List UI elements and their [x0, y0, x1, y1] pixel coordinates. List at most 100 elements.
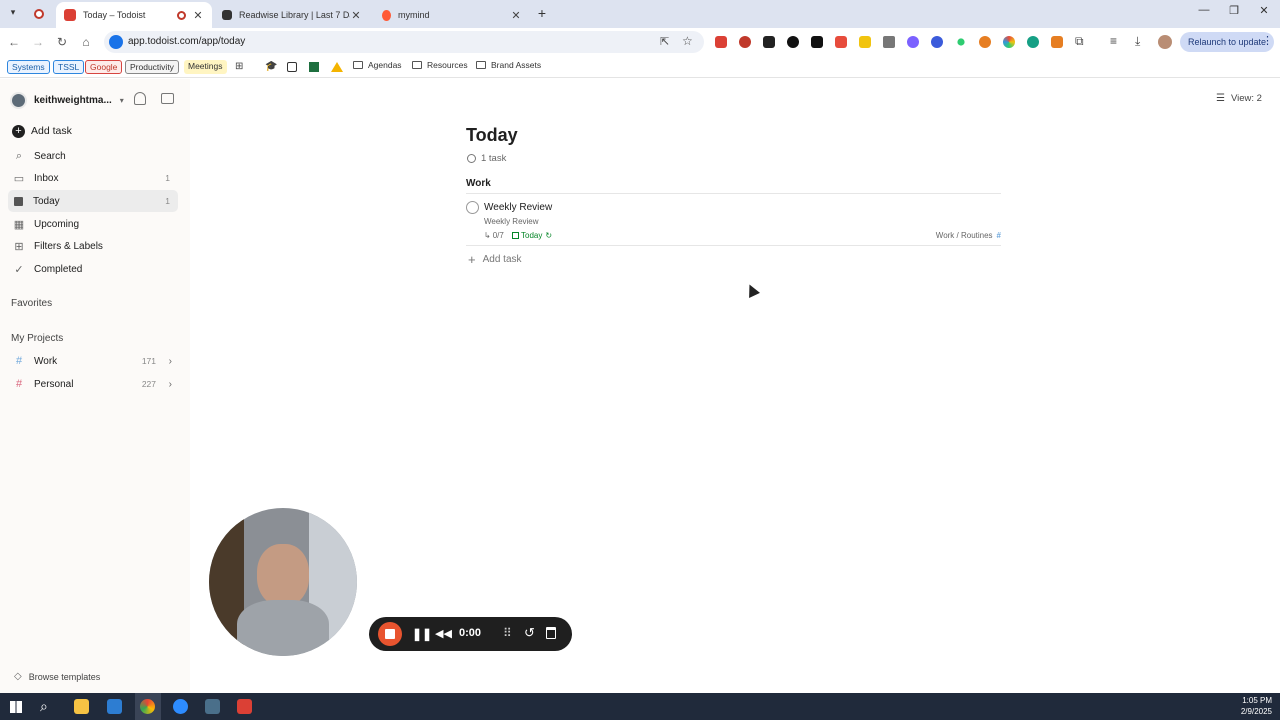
task-project[interactable]: Work / Routines # — [936, 231, 1001, 240]
zoom-icon[interactable] — [173, 699, 188, 714]
windows-start-icon[interactable] — [10, 701, 22, 713]
extension-pen-icon[interactable] — [883, 36, 895, 48]
menu-kebab-icon[interactable]: ⋮ — [1262, 34, 1273, 47]
sidebar-item-filters[interactable]: ⊞ Filters & Labels — [8, 235, 178, 257]
extension-color-icon[interactable] — [1003, 36, 1015, 48]
bookmark-tssl[interactable]: TSSL — [53, 60, 85, 74]
close-tab-icon[interactable]: ✕ — [510, 9, 522, 22]
extension-gear-icon[interactable] — [907, 36, 919, 48]
bookmark-productivity[interactable]: Productivity — [125, 60, 179, 74]
task-item[interactable]: Weekly Review Weekly Review ↳ 0/7 Today … — [466, 199, 1001, 245]
open-in-app-icon[interactable]: ⇱ — [660, 35, 669, 48]
extension-todoist-icon[interactable] — [715, 36, 727, 48]
tab-mymind[interactable]: mymind ✕ — [374, 2, 530, 28]
notifications-bell-icon[interactable] — [134, 92, 146, 105]
project-path: Work / Routines — [935, 231, 993, 240]
bookmark-drive-icon[interactable] — [331, 62, 343, 72]
task-checkbox[interactable] — [466, 201, 479, 214]
site-info-icon[interactable] — [109, 35, 123, 49]
task-due-date[interactable]: Today ↻ — [512, 231, 552, 240]
extension-s-icon[interactable] — [1027, 36, 1039, 48]
bookmark-meetings[interactable]: Meetings — [184, 60, 227, 74]
add-task-button[interactable]: + Add task — [12, 123, 72, 139]
section-title[interactable]: Work — [466, 178, 491, 189]
sidebar-item-upcoming[interactable]: ▦ Upcoming — [8, 213, 178, 235]
extension-info-icon[interactable] — [787, 36, 799, 48]
restart-icon[interactable]: ↺ — [524, 625, 535, 641]
extension-grid-icon[interactable] — [1051, 36, 1063, 48]
sidebar-item-today[interactable]: Today 1 — [8, 190, 178, 212]
new-tab-icon[interactable]: + — [535, 5, 549, 21]
sidebar-item-label: Upcoming — [34, 218, 80, 230]
screen: ▾ Today – Todoist ✕ Readwise Library | L… — [0, 0, 1280, 720]
search-icon[interactable]: ⌕ — [40, 698, 48, 715]
bookmark-systems[interactable]: Systems — [7, 60, 50, 74]
browse-templates-link[interactable]: ◇ Browse templates — [14, 671, 100, 682]
drag-handle-icon[interactable]: ⠿ — [503, 626, 512, 640]
todoist-app-icon[interactable] — [237, 699, 252, 714]
toggle-sidebar-icon[interactable] — [161, 93, 174, 104]
extension-circle-icon[interactable] — [739, 36, 751, 48]
favorites-heading[interactable]: Favorites — [11, 298, 52, 309]
bookmark-star-icon[interactable]: ☆ — [682, 34, 693, 48]
extension-red-icon[interactable] — [835, 36, 847, 48]
bookmark-folder-brand-assets[interactable]: Brand Assets — [476, 60, 541, 70]
bookmark-graduation-icon[interactable]: 🎓 — [265, 61, 277, 72]
address-bar[interactable]: app.todoist.com/app/today ⇱ ☆ — [104, 31, 704, 53]
chevron-right-icon[interactable]: › — [169, 379, 172, 390]
profile-avatar[interactable] — [1158, 35, 1172, 49]
extension-font-icon[interactable] — [811, 36, 823, 48]
chevron-right-icon[interactable]: › — [169, 356, 172, 367]
clock-date[interactable]: 2/9/2025 — [1241, 707, 1272, 716]
extension-orange-icon[interactable] — [979, 36, 991, 48]
reading-list-icon[interactable]: ≡ — [1110, 34, 1117, 48]
task-subtasks[interactable]: ↳ 0/7 — [484, 231, 504, 240]
pause-icon[interactable]: ❚❚ — [412, 627, 432, 641]
bookmark-folder-resources[interactable]: Resources — [412, 60, 468, 70]
extension-edit-icon[interactable] — [763, 36, 775, 48]
folder-label: Brand Assets — [491, 60, 542, 70]
sidebar-project-work[interactable]: # Work 171 › — [8, 350, 178, 372]
user-menu[interactable]: keithweightma... ▾ — [10, 91, 124, 109]
bookmark-sheets-icon[interactable] — [309, 62, 319, 72]
forward-icon[interactable]: → — [30, 34, 46, 50]
downloads-icon[interactable]: ⤓ — [1135, 34, 1140, 49]
tab-search-dropdown-icon[interactable]: ▾ — [6, 7, 20, 21]
back-icon[interactable]: ← — [6, 34, 22, 50]
restore-icon[interactable]: ❐ — [1220, 4, 1248, 22]
bookmark-google[interactable]: Google — [85, 60, 123, 74]
minimize-icon[interactable]: — — [1190, 4, 1218, 22]
extension-green-icon[interactable] — [957, 38, 965, 46]
tab-readwise[interactable]: Readwise Library | Last 7 Days ✕ — [214, 2, 370, 28]
my-projects-heading[interactable]: My Projects — [11, 333, 63, 344]
view-options-button[interactable]: ☰ View: 2 — [1216, 93, 1262, 104]
rewind-icon[interactable]: ◀◀ — [435, 627, 452, 640]
home-icon[interactable]: ⌂ — [78, 34, 94, 50]
tab-todoist[interactable]: Today – Todoist ✕ — [56, 2, 212, 28]
relaunch-button[interactable]: Relaunch to update — [1180, 32, 1274, 52]
extension-r-icon[interactable] — [859, 36, 871, 48]
extension-blue-icon[interactable] — [931, 36, 943, 48]
sidebar-item-completed[interactable]: ✓ Completed — [8, 258, 178, 280]
bookmark-calendar-icon[interactable] — [287, 62, 297, 72]
add-task-inline-button[interactable]: + Add task — [468, 252, 522, 267]
calculator-icon[interactable] — [205, 699, 220, 714]
apps-grid-icon[interactable]: ⊞ — [235, 61, 243, 72]
stop-record-button[interactable] — [378, 622, 402, 646]
extensions-puzzle-icon[interactable]: ⧉ — [1075, 34, 1084, 49]
store-icon[interactable] — [107, 699, 122, 714]
close-window-icon[interactable]: ✕ — [1250, 4, 1278, 22]
clock-time[interactable]: 1:05 PM — [1242, 696, 1272, 705]
file-explorer-icon[interactable] — [74, 699, 89, 714]
close-tab-icon[interactable]: ✕ — [350, 9, 362, 22]
webcam-preview[interactable] — [209, 508, 357, 656]
sidebar-project-personal[interactable]: # Personal 227 › — [8, 373, 178, 395]
reload-icon[interactable]: ↻ — [54, 34, 70, 50]
close-tab-icon[interactable]: ✕ — [192, 9, 204, 22]
chrome-icon[interactable] — [140, 699, 155, 714]
trash-icon[interactable] — [546, 627, 556, 639]
bookmark-folder-agendas[interactable]: Agendas — [353, 60, 402, 70]
folder-icon — [353, 61, 363, 69]
sidebar-item-search[interactable]: ⌕ Search — [8, 145, 178, 167]
sidebar-item-inbox[interactable]: ▭ Inbox 1 — [8, 167, 178, 189]
